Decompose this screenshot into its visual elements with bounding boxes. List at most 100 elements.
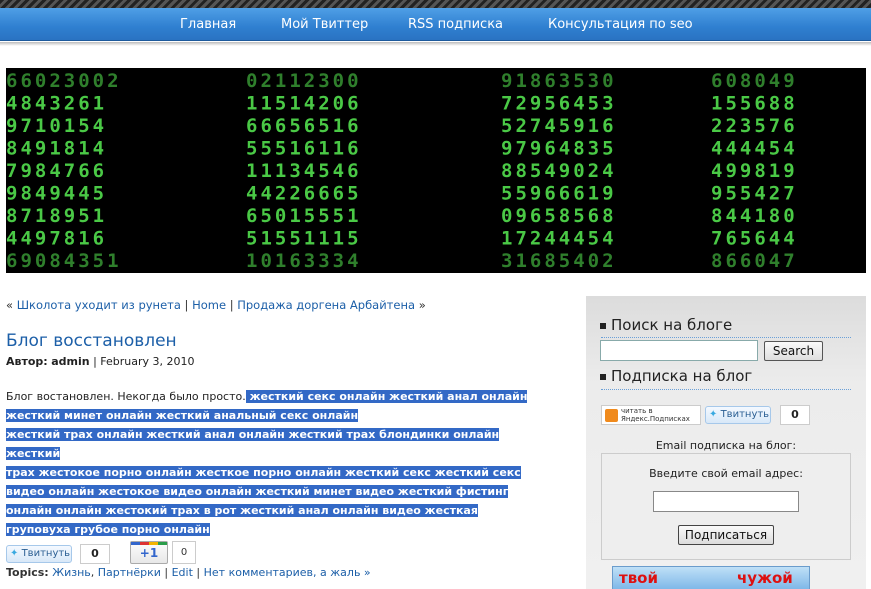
banner-digit-row: 4843261 [6,93,107,115]
selected-text: жесткий трах онлайн жесткий анал онлайн … [6,428,500,460]
banner-digit-row: 11134546 [246,160,362,182]
rss-icon [605,409,618,422]
banner-digit-row: 72956453 [501,93,617,115]
selected-text: трах жестокое порно онлайн жесткое порно… [6,466,521,479]
breadcrumb-separator: | [229,298,234,312]
nav-rss-link[interactable]: RSS подписка [408,17,503,32]
banner-digit-row: 69084351 [6,250,122,272]
banner-digit-row: 9710154 [6,115,107,137]
author-name: admin [51,355,90,368]
google-plus-button[interactable]: +1 [130,541,168,564]
breadcrumb-separator: | [184,298,189,312]
footer-separator: | [196,566,201,579]
selected-text: жесткий минет онлайн жесткий анальный се… [6,409,359,422]
topics-label: Topics: [6,566,49,579]
banner-digit-row: 444454 [711,138,798,160]
banner-digit-row: 09658568 [501,205,617,227]
sidebar-tweet-button[interactable]: ✦ Твитнуть [705,406,771,424]
banner-digit-row: 91863530 [501,70,617,92]
twitter-bird-icon: ✦ [10,548,19,559]
matrix-digits-image: 6602300248432619710154849181479847669849… [6,70,798,272]
topic-link[interactable]: Жизнь [52,566,91,579]
widget-divider [601,389,851,390]
banner-digit-row: 88549024 [501,160,617,182]
yandex-line1: читать в [621,407,653,415]
edit-link[interactable]: Edit [172,566,193,579]
post-footer: Topics: Жизнь, Партнёрки | Edit | Нет ко… [6,566,371,579]
banner-digit-row: 8491814 [6,138,107,160]
breadcrumb-suffix: » [418,298,426,312]
google-plus-count: 0 [172,541,196,564]
banner-digit-row: 44226665 [246,183,362,205]
home-link[interactable]: Home [192,298,226,312]
yandex-subscribe-button[interactable]: читать в Яндекс.Подписках [601,405,701,425]
post-text: Блог востановлен. Некогда было просто. [6,390,246,403]
banner-digit-row: 8718951 [6,205,107,227]
banner-digit-row: 9849445 [6,183,107,205]
subscribe-button[interactable]: Подписаться [678,525,774,545]
sidebar-tweet-count: 0 [780,405,810,425]
banner-digit-row: 223576 [711,115,798,137]
footer-separator: | [164,566,169,579]
banner-digit-row: 65015551 [246,205,362,227]
tweet-button-label: Твитнуть [720,409,770,420]
banner-digit-row: 55966619 [501,183,617,205]
email-field[interactable] [653,491,799,512]
banner-digit-row: 51551115 [246,228,362,250]
nav-home-link[interactable]: Главная [180,17,236,32]
banner-digit-row: 11514206 [246,93,362,115]
banner-digit-row: 55516116 [246,138,362,160]
breadcrumb: « Школота уходит из рунета | Home | Прод… [6,298,426,312]
search-button[interactable]: Search [764,341,823,361]
search-widget-title: Поиск на блоге [600,316,732,334]
top-nav: Главная Мой Твиттер RSS подписка Консуль… [0,8,871,41]
banner-digit-row: 02112300 [246,70,362,92]
tweet-count: 0 [80,544,110,564]
promo-left-text: твой [619,569,659,587]
banner-digit-row: 4497816 [6,228,107,250]
breadcrumb-prefix: « [6,298,14,312]
banner-digit-row: 866047 [711,250,798,272]
tweet-button[interactable]: ✦ Твитнуть [6,545,72,563]
banner-digit-row: 155688 [711,93,798,115]
comments-link[interactable]: Нет комментариев, а жаль » [204,566,371,579]
selected-text: видео онлайн жестокое видео онлайн жестк… [6,485,509,498]
prev-post-link[interactable]: Школота уходит из рунета [17,298,181,312]
widget-divider [601,337,851,338]
banner-digit-row: 66656516 [246,115,362,137]
header-banner: 66023002 4843261 9710154 8491814 7984766 9849… [6,68,866,273]
twitter-bird-icon: ✦ [709,409,718,420]
top-stripe [0,0,871,8]
post-meta: Автор: admin | February 3, 2010 [6,355,195,368]
banner-digit-row: 499819 [711,160,798,182]
banner-digit-row: 7984766 [6,160,107,182]
promo-right-text: чужой [737,569,793,587]
google-plus-stripe [131,542,167,545]
banner-digit-row: 17244454 [501,228,617,250]
banner-digit-row: 31685402 [501,250,617,272]
next-post-link[interactable]: Продажа доргена Арбайтена [237,298,415,312]
google-plus-label: +1 [139,546,159,560]
banner-digit-row: 765644 [711,228,798,250]
selected-text: груповуха грубое порно онлайн [6,523,210,536]
search-input[interactable] [600,340,758,361]
email-subscribe-title: Email подписка на блог: [655,439,797,452]
post-title[interactable]: Блог восстановлен [6,331,177,351]
selected-text: жесткий секс онлайн жесткий анал онлайн [245,390,528,403]
promo-banner[interactable]: твой чужой [612,566,810,589]
banner-digit-row: 52745916 [501,115,617,137]
post-date: February 3, 2010 [100,355,195,368]
nav-twitter-link[interactable]: Мой Твиттер [281,17,368,32]
banner-digit-row: 608049 [711,70,798,92]
post-content: Блог востановлен. Некогда было просто. ж… [6,387,551,539]
nav-seo-link[interactable]: Консультация по seo [548,17,693,32]
tweet-button-label: Твитнуть [21,548,71,559]
topic-link[interactable]: Партнёрки [98,566,161,579]
email-prompt: Введите свой email адрес: [649,467,803,480]
meta-separator: | [93,355,97,368]
selected-text: онлайн онлайн жестокий трах в рот жестки… [6,504,478,517]
banner-digit-row: 97964835 [501,138,617,160]
banner-digit-row: 10163334 [246,250,362,272]
banner-digit-row: 844180 [711,205,798,227]
author-label: Автор: [6,355,48,368]
